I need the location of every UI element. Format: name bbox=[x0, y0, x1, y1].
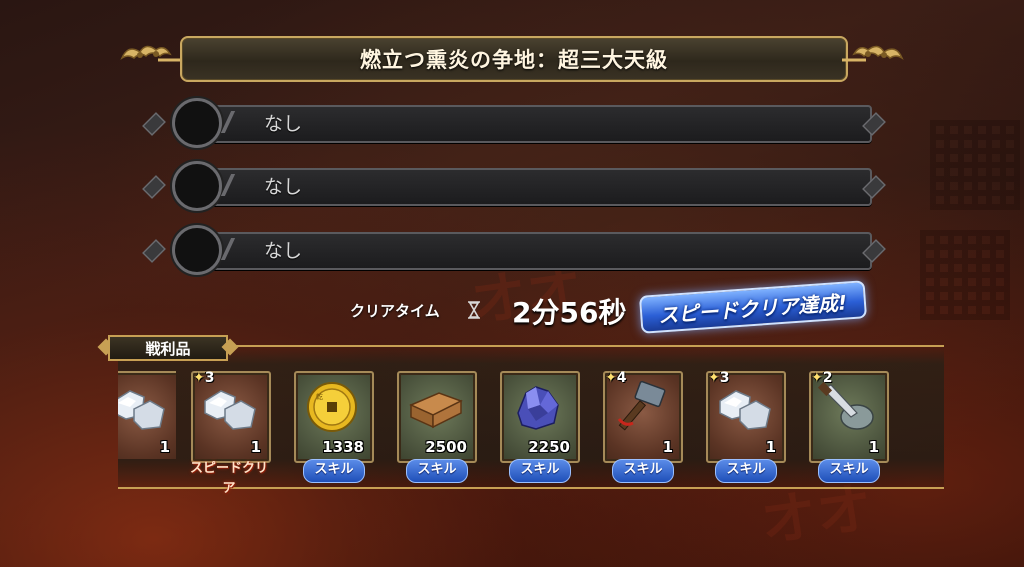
hourglass-icon bbox=[468, 301, 480, 319]
cloud-ornament-icon bbox=[120, 45, 182, 62]
skill-tag: スキル bbox=[818, 459, 880, 483]
gold-coin-icon: 乾 bbox=[307, 382, 357, 432]
clear-time-label: クリアタイム bbox=[350, 302, 440, 320]
cloud-ornament-icon bbox=[842, 45, 904, 62]
whetstone-knife-icon bbox=[817, 381, 874, 430]
skill-tag: スキル bbox=[509, 459, 571, 483]
loot-item[interactable]: 1 bbox=[118, 371, 176, 459]
loot-item[interactable]: 乾 1338 bbox=[294, 371, 374, 463]
loot-header: 戦利品 bbox=[97, 333, 239, 363]
mission-medal-empty-icon bbox=[172, 98, 222, 148]
mission-text: なし bbox=[264, 113, 303, 135]
mission-text: なし bbox=[264, 176, 303, 198]
svg-text:乾: 乾 bbox=[316, 392, 323, 401]
loot-item[interactable]: 2500 bbox=[397, 371, 477, 463]
star-icon: ✦ bbox=[811, 370, 823, 386]
loot-label: 戦利品 bbox=[145, 340, 191, 358]
stage-title: 燃立つ熏炎の争地：超三大天級 bbox=[360, 48, 668, 72]
loot-item[interactable]: 2250 bbox=[500, 371, 580, 463]
loot-item[interactable]: ✦4 1 bbox=[603, 370, 683, 463]
background-texture bbox=[920, 230, 1010, 320]
item-quantity: 2250 bbox=[528, 438, 570, 456]
item-quantity: 1 bbox=[159, 438, 170, 456]
skill-tag: スキル bbox=[303, 459, 365, 483]
item-quantity: 1 bbox=[662, 438, 673, 456]
star-icon: ✦ bbox=[708, 370, 720, 386]
item-quantity: 1 bbox=[765, 438, 776, 456]
hammer-icon bbox=[617, 380, 666, 431]
silver-ore-icon bbox=[118, 390, 165, 430]
mission-text: なし bbox=[264, 240, 303, 262]
loot-item[interactable]: ✦2 1 bbox=[809, 370, 889, 463]
speed-clear-tag: スピードクリア bbox=[190, 461, 269, 496]
star-icon: ✦ bbox=[605, 370, 617, 386]
item-quantity: 1338 bbox=[322, 438, 364, 456]
skill-tag: スキル bbox=[406, 459, 468, 483]
wood-planks-icon bbox=[409, 392, 463, 429]
item-quantity: 1 bbox=[250, 438, 261, 456]
loot-item[interactable]: ✦3 1 bbox=[706, 370, 786, 463]
mission-row: なし bbox=[142, 161, 886, 211]
mission-medal-empty-icon bbox=[172, 225, 222, 275]
mission-medal-empty-icon bbox=[172, 161, 222, 211]
stage-title-bar: 燃立つ熏炎の争地：超三大天級 bbox=[180, 36, 848, 82]
clear-time-value: 2分56秒 bbox=[512, 296, 627, 329]
skill-tag: スキル bbox=[715, 459, 777, 483]
item-rarity: ✦3 bbox=[193, 370, 215, 386]
speed-clear-badge: スピードクリア達成! bbox=[638, 280, 868, 334]
loot-item[interactable]: ✦3 1 bbox=[191, 370, 271, 463]
mission-row: なし bbox=[142, 225, 886, 275]
crystal-ore-icon bbox=[517, 386, 559, 430]
item-quantity: 1 bbox=[868, 438, 879, 456]
silver-ore-icon bbox=[719, 390, 771, 430]
silver-ore-icon bbox=[204, 390, 256, 430]
item-rarity: ✦2 bbox=[811, 370, 833, 386]
background-texture bbox=[930, 120, 1020, 210]
item-quantity: 2500 bbox=[425, 438, 467, 456]
item-rarity: ✦3 bbox=[708, 370, 730, 386]
item-rarity: ✦4 bbox=[605, 370, 627, 386]
star-icon: ✦ bbox=[193, 370, 205, 386]
skill-tag: スキル bbox=[612, 459, 674, 483]
mission-row: なし bbox=[142, 98, 886, 148]
